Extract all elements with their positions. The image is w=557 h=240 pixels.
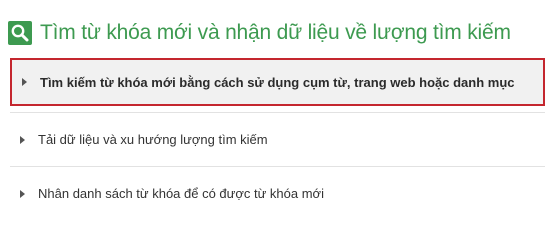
panel-header: Tìm từ khóa mới và nhận dữ liệu về lượng… xyxy=(8,18,511,48)
option-label: Nhân danh sách từ khóa để có được từ khó… xyxy=(38,186,324,201)
option-find-new-keywords[interactable]: Tìm kiếm từ khóa mới bằng cách sử dụng c… xyxy=(10,58,545,106)
options-list: Tìm kiếm từ khóa mới bằng cách sử dụng c… xyxy=(10,58,545,220)
caret-right-icon xyxy=(20,135,25,144)
option-get-search-volume[interactable]: Tải dữ liệu và xu hướng lượng tìm kiếm xyxy=(10,112,545,166)
caret-right-icon xyxy=(22,78,27,86)
option-multiply-keyword-lists[interactable]: Nhân danh sách từ khóa để có được từ khó… xyxy=(10,166,545,220)
page-title: Tìm từ khóa mới và nhận dữ liệu về lượng… xyxy=(40,21,511,44)
option-label: Tải dữ liệu và xu hướng lượng tìm kiếm xyxy=(38,132,268,147)
search-icon xyxy=(8,21,32,45)
option-label: Tìm kiếm từ khóa mới bằng cách sử dụng c… xyxy=(40,74,515,90)
caret-right-icon xyxy=(20,189,25,198)
keyword-planner-panel: Tìm từ khóa mới và nhận dữ liệu về lượng… xyxy=(0,0,557,223)
